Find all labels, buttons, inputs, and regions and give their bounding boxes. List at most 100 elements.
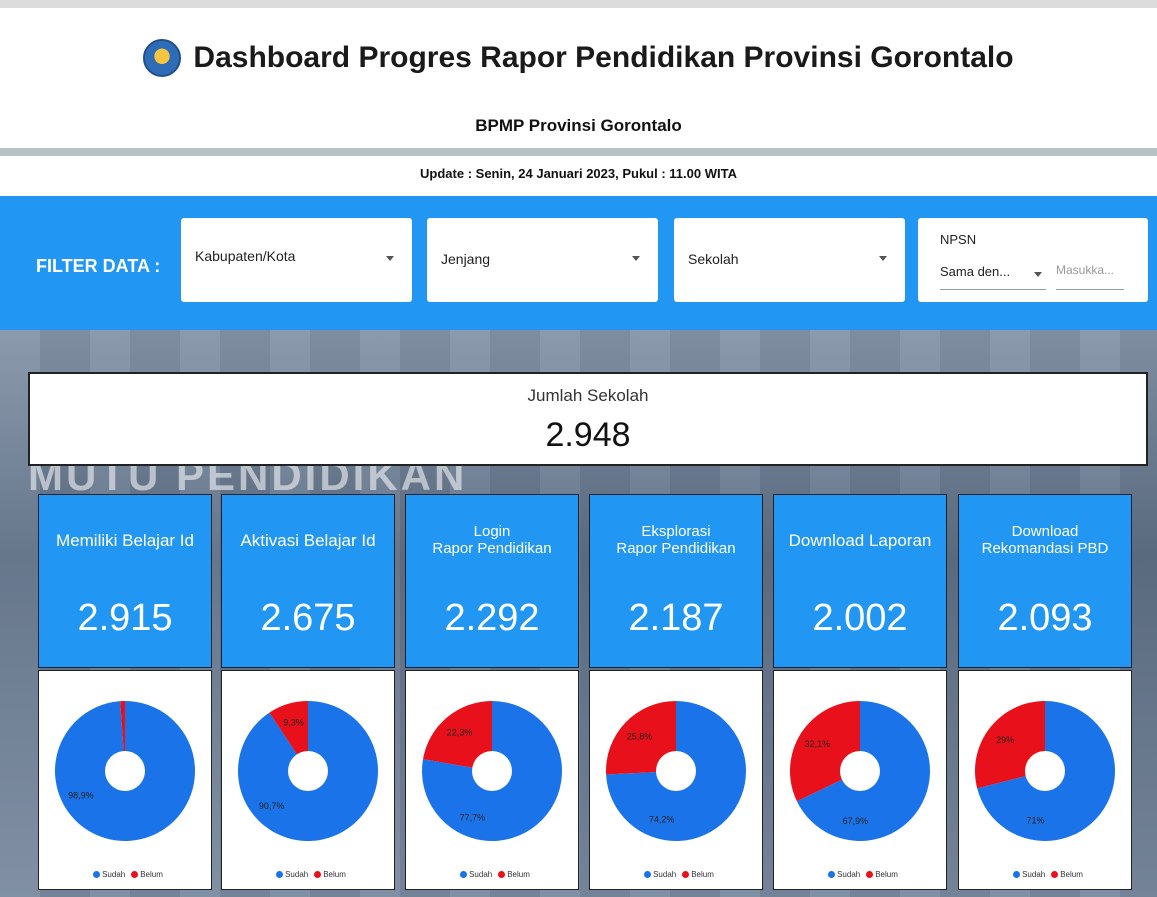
metric-card: Memiliki Belajar Id 2.915 [38,494,212,668]
kabupaten-dropdown[interactable]: Kabupaten/Kota [181,218,412,302]
metric-title: Aktivasi Belajar Id [240,530,376,550]
chart-legend: Sudah Belum [222,870,394,879]
kabupaten-dropdown-label: Kabupaten/Kota [195,248,296,264]
legend-sudah: Sudah [469,870,493,879]
donut-svg: 90,7% 9,3% [238,701,378,841]
metric-value: 2.675 [260,597,356,639]
metric-title: Download Laporan [788,530,932,550]
chart-legend: Sudah Belum [774,870,946,879]
npsn-label: NPSN [940,232,977,247]
npsn-filter: NPSN Sama den... Masukka... [918,218,1148,302]
metric-value: 2.093 [997,597,1093,639]
label-sudah: 90,7% [259,801,285,811]
label-belum: 22,3% [447,727,473,737]
divider [0,148,1157,156]
legend-belum: Belum [507,870,530,879]
total-value: 2.948 [545,416,631,454]
metric-card: Aktivasi Belajar Id 2.675 [221,494,395,668]
metric-value: 2.002 [812,597,908,639]
label-sudah: 77,7% [460,812,486,822]
donut-chart: 98,9% Sudah Belum [38,670,212,890]
legend-sudah: Sudah [285,870,309,879]
donut-chart: 90,7% 9,3% Sudah Belum [221,670,395,890]
filter-label: FILTER DATA : [36,256,161,276]
metric-value: 2.292 [444,597,540,639]
chart-legend: Sudah Belum [959,870,1131,879]
label-sudah: 98,9% [68,790,94,800]
legend-sudah: Sudah [102,870,126,879]
legend-belum: Belum [875,870,898,879]
chevron-down-icon [1034,272,1042,277]
metric-value: 2.915 [77,597,173,639]
metric-card: Download Rekomandasi PBD 2.093 [958,494,1132,668]
legend-belum: Belum [323,870,346,879]
logo-icon [143,39,182,77]
metric-value: 2.187 [628,597,724,639]
label-belum: 25,8% [627,731,653,741]
donut-chart: 77,7% 22,3% Sudah Belum [405,670,579,890]
legend-belum: Belum [691,870,714,879]
label-belum: 32,1% [805,739,831,749]
chevron-down-icon [386,256,394,261]
legend-dot-sudah [644,871,652,879]
donut-hole [1025,751,1065,791]
legend-dot-sudah [276,871,284,879]
npsn-input[interactable]: Masukka... [1056,263,1124,290]
metric-title: Memiliki Belajar Id [56,530,194,550]
donut-svg: 67,9% 32,1% [790,701,930,841]
jumlah-sekolah-card: Jumlah Sekolah 2.948 [28,372,1148,466]
update-text: Update : Senin, 24 Januari 2023, Pukul :… [420,166,737,181]
donut-chart: 74,2% 25,8% Sudah Belum [589,670,763,890]
legend-belum: Belum [1060,870,1083,879]
legend-dot-belum [131,871,139,879]
label-sudah: 71% [1027,816,1045,826]
jenjang-dropdown[interactable]: Jenjang [427,218,658,302]
metric-title: Login Rapor Pendidikan [432,523,552,557]
metric-card: Download Laporan 2.002 [773,494,947,668]
metric-card: Login Rapor Pendidikan 2.292 [405,494,579,668]
metric-title: Download Rekomandasi PBD [981,523,1109,557]
donut-chart: 67,9% 32,1% Sudah Belum [773,670,947,890]
chart-legend: Sudah Belum [39,870,211,879]
total-label: Jumlah Sekolah [527,386,649,405]
label-sudah: 74,2% [649,814,675,824]
top-bar [0,0,1157,8]
donut-svg: 74,2% 25,8% [606,701,746,841]
label-belum: 29% [996,735,1014,745]
label-belum: 9,3% [283,718,304,728]
legend-dot-sudah [460,871,468,879]
donut-hole [656,751,696,791]
sekolah-dropdown-label: Sekolah [688,251,739,267]
legend-dot-belum [314,871,322,879]
chart-legend: Sudah Belum [406,870,578,879]
label-sudah: 67,9% [843,816,869,826]
chevron-down-icon [632,256,640,261]
donut-svg: 71% 29% [975,701,1115,841]
chevron-down-icon [879,256,887,261]
legend-dot-sudah [93,871,101,879]
legend-dot-belum [498,871,506,879]
header: Dashboard Progres Rapor Pendidikan Provi… [0,8,1157,196]
donut-hole [105,751,145,791]
npsn-operator-value: Sama den... [940,264,1011,279]
legend-dot-belum [1051,871,1059,879]
page-subtitle: BPMP Provinsi Gorontalo [475,116,682,135]
donut-hole [840,751,880,791]
legend-dot-belum [866,871,874,879]
chart-legend: Sudah Belum [590,870,762,879]
donut-hole [288,751,328,791]
donut-chart: 71% 29% Sudah Belum [958,670,1132,890]
legend-dot-sudah [1013,871,1021,879]
jenjang-dropdown-label: Jenjang [441,251,491,267]
legend-dot-belum [682,871,690,879]
donut-hole [472,751,512,791]
legend-belum: Belum [140,870,163,879]
legend-sudah: Sudah [837,870,861,879]
metric-title: Eksplorasi Rapor Pendidikan [616,523,736,557]
legend-dot-sudah [828,871,836,879]
page-title: Dashboard Progres Rapor Pendidikan Provi… [193,41,1014,74]
donut-svg: 98,9% [55,701,196,841]
donut-svg: 77,7% 22,3% [422,701,562,841]
sekolah-dropdown[interactable]: Sekolah [674,218,905,302]
npsn-operator-select[interactable]: Sama den... [940,263,1046,290]
